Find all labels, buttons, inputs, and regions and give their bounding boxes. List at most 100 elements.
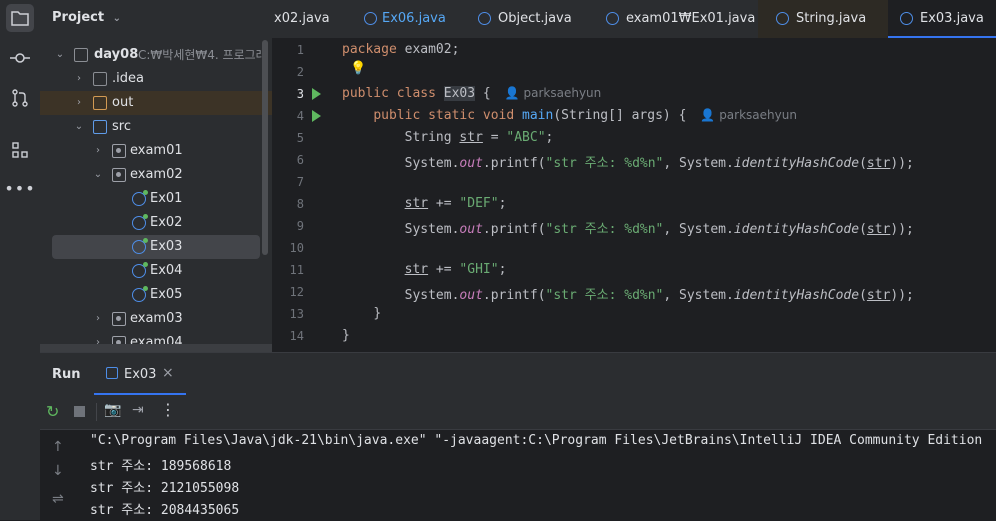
tree-item-ex05[interactable]: Ex05 <box>40 283 272 307</box>
project-scrollbar[interactable] <box>262 40 268 255</box>
tab-ex03[interactable]: Ex03.java <box>888 0 996 38</box>
tree-item-ex02[interactable]: Ex02 <box>40 211 272 235</box>
code-line-12: System.out.printf("str 주소: %d%n", System… <box>342 284 914 303</box>
chevron-down-icon[interactable]: ⌄ <box>73 115 85 139</box>
line-number: 6 <box>296 153 304 167</box>
tab-ex06[interactable]: Ex06.java <box>356 0 466 38</box>
run-class-icon[interactable] <box>312 88 321 100</box>
tree-item-out[interactable]: › out <box>40 91 272 115</box>
run-main-icon[interactable] <box>312 110 321 122</box>
tab-label: exam01₩Ex01.java <box>626 11 756 26</box>
chevron-right-icon[interactable]: › <box>73 91 85 115</box>
stop-icon[interactable] <box>74 406 85 417</box>
code-editor[interactable]: 1 2 3 4 5 6 7 8 9 10 11 12 13 14 💡 packa… <box>272 39 996 352</box>
class-icon <box>900 12 913 25</box>
tab-exam01-ex01[interactable]: exam01₩Ex01.java <box>590 0 758 38</box>
camera-icon[interactable]: 📷 <box>104 402 121 418</box>
project-view-selector[interactable]: Project ⌄ <box>52 10 121 25</box>
scroll-up-icon[interactable]: ↑ <box>52 439 64 455</box>
project-title: Project <box>52 10 105 25</box>
rerun-icon[interactable]: ↻ <box>46 402 59 421</box>
tree-item-label: exam01 <box>130 143 183 158</box>
chevron-right-icon[interactable]: › <box>92 331 104 344</box>
string-literal: "str 주소: %d%n" <box>545 222 664 237</box>
class-icon <box>132 214 148 230</box>
code-text: System. <box>404 288 460 303</box>
tree-item-exam03[interactable]: › exam03 <box>40 307 272 331</box>
run-panel-title: Run <box>52 367 81 382</box>
code-text: } <box>342 328 350 343</box>
run-toolbar: ↻ 📷 ⇥ ⋮ <box>40 395 996 430</box>
line-number: 9 <box>296 219 304 233</box>
code-text: ; <box>498 196 507 211</box>
close-icon[interactable]: × <box>162 365 174 381</box>
soft-wrap-icon[interactable]: ⇌ <box>52 491 64 507</box>
tree-item-exam01[interactable]: › exam01 <box>40 139 272 163</box>
package-icon <box>112 312 126 326</box>
chevron-down-icon[interactable]: ⌄ <box>92 163 104 187</box>
more-options-icon[interactable]: ⋮ <box>160 400 176 419</box>
commit-icon[interactable] <box>8 46 32 70</box>
string-literal: "ABC" <box>506 130 546 145</box>
more-tools-icon[interactable]: ••• <box>4 176 34 200</box>
tab-string[interactable]: String.java <box>758 0 888 38</box>
tree-item-ex01[interactable]: Ex01 <box>40 187 272 211</box>
tree-item-exam04[interactable]: › exam04 <box>40 331 272 344</box>
code-line-4: public static void main(String[] args) {… <box>342 108 797 123</box>
chevron-right-icon[interactable]: › <box>73 67 85 91</box>
chevron-down-icon[interactable]: ⌄ <box>54 43 66 67</box>
author-name: parksaehyun <box>719 108 797 122</box>
folder-icon <box>93 96 107 110</box>
code-text: , System. <box>663 288 734 303</box>
exit-icon[interactable]: ⇥ <box>132 402 144 418</box>
console-line: "C:\Program Files\Java\jdk-21\bin\java.e… <box>90 433 983 448</box>
source-folder-icon <box>93 120 107 134</box>
field: out <box>459 222 483 237</box>
keyword: public static void <box>373 108 515 123</box>
variable: str <box>459 130 483 145</box>
variable: str <box>866 222 891 237</box>
code-text: )); <box>890 156 914 171</box>
tab-label: Ex03.java <box>920 11 984 26</box>
tree-item-day08[interactable]: ⌄ day08 C:₩박세현₩4. 프로그래 <box>40 43 272 67</box>
code-text: ( <box>859 156 867 171</box>
author-hint: 👤 parksaehyun <box>700 108 797 122</box>
line-number: 2 <box>296 65 304 79</box>
string-literal: "str 주소: %d%n" <box>545 156 664 171</box>
line-number: 1 <box>296 43 304 57</box>
tree-item-ex03[interactable]: Ex03 <box>52 235 260 259</box>
tree-item-src[interactable]: ⌄ src <box>40 115 272 139</box>
pull-request-icon[interactable] <box>8 86 32 110</box>
tree-item-label: out <box>112 95 134 110</box>
run-panel: Run Ex03 × ↻ 📷 ⇥ ⋮ ↑ ↓ ⇌ "C:\Program Fil… <box>40 352 996 521</box>
keyword: public class <box>342 86 436 101</box>
lightbulb-icon[interactable]: 💡 <box>350 61 366 76</box>
tree-item-label: src <box>112 119 131 134</box>
chevron-right-icon[interactable]: › <box>92 139 104 163</box>
chevron-right-icon[interactable]: › <box>92 307 104 331</box>
structure-icon[interactable] <box>8 138 32 162</box>
run-tab-ex03[interactable]: Ex03 × <box>94 353 186 395</box>
code-line-1: package exam02; <box>342 42 459 57</box>
line-number: 4 <box>296 109 304 123</box>
project-folder-icon[interactable] <box>6 4 34 32</box>
tab-ex02[interactable]: x02.java <box>272 0 356 38</box>
code-line-6: System.out.printf("str 주소: %d%n", System… <box>342 152 914 171</box>
tree-item-exam02[interactable]: ⌄ exam02 <box>40 163 272 187</box>
code-text: exam02; <box>396 42 460 57</box>
project-horizontal-scrollbar[interactable] <box>40 344 272 352</box>
tab-label: String.java <box>796 11 867 26</box>
line-number: 7 <box>296 175 304 189</box>
user-icon: 👤 <box>504 86 520 100</box>
code-text: += <box>428 196 460 211</box>
class-icon <box>478 12 491 25</box>
tree-item-ex04[interactable]: Ex04 <box>40 259 272 283</box>
tree-item-idea[interactable]: › .idea <box>40 67 272 91</box>
code-text: ; <box>545 130 554 145</box>
tab-object[interactable]: Object.java <box>466 0 590 38</box>
scroll-down-icon[interactable]: ↓ <box>52 463 64 479</box>
tree-item-label: exam03 <box>130 311 183 326</box>
tree-item-label: Ex05 <box>150 287 183 302</box>
package-icon <box>112 144 126 158</box>
tree-item-label: Ex01 <box>150 191 183 206</box>
